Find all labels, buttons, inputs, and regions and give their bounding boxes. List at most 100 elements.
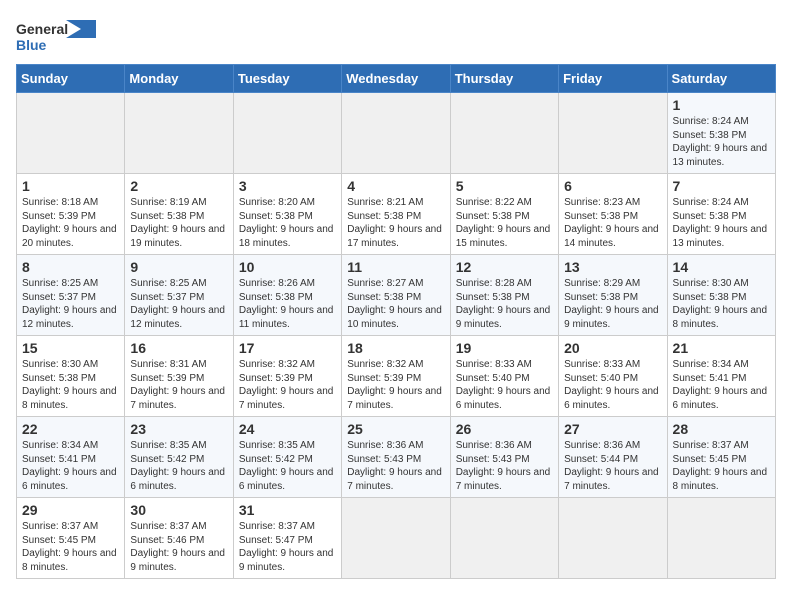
day-number: 11 [347,259,444,275]
svg-text:General: General [16,21,68,37]
calendar-cell: 15 Sunrise: 8:30 AMSunset: 5:38 PMDaylig… [17,336,125,417]
cell-info: Sunrise: 8:21 AMSunset: 5:38 PMDaylight:… [347,197,442,249]
day-number: 29 [22,502,119,518]
calendar-cell: 27 Sunrise: 8:36 AMSunset: 5:44 PMDaylig… [559,417,667,498]
week-row-5: 22 Sunrise: 8:34 AMSunset: 5:41 PMDaylig… [17,417,776,498]
calendar-body: 1 Sunrise: 8:24 AMSunset: 5:38 PMDayligh… [17,93,776,579]
cell-info: Sunrise: 8:30 AMSunset: 5:38 PMDaylight:… [673,278,768,330]
calendar-cell: 17 Sunrise: 8:32 AMSunset: 5:39 PMDaylig… [233,336,341,417]
calendar-cell: 14 Sunrise: 8:30 AMSunset: 5:38 PMDaylig… [667,255,775,336]
day-number: 24 [239,421,336,437]
calendar-cell [17,93,125,174]
header-cell-thursday: Thursday [450,65,558,93]
header-cell-wednesday: Wednesday [342,65,450,93]
cell-info: Sunrise: 8:23 AMSunset: 5:38 PMDaylight:… [564,197,659,249]
header-cell-saturday: Saturday [667,65,775,93]
calendar-cell: 30 Sunrise: 8:37 AMSunset: 5:46 PMDaylig… [125,498,233,579]
week-row-1: 1 Sunrise: 8:24 AMSunset: 5:38 PMDayligh… [17,93,776,174]
cell-info: Sunrise: 8:32 AMSunset: 5:39 PMDaylight:… [347,359,442,411]
calendar-cell [450,93,558,174]
cell-info: Sunrise: 8:27 AMSunset: 5:38 PMDaylight:… [347,278,442,330]
cell-info: Sunrise: 8:25 AMSunset: 5:37 PMDaylight:… [130,278,225,330]
calendar-cell [125,93,233,174]
day-number: 4 [347,178,444,194]
header-cell-monday: Monday [125,65,233,93]
cell-info: Sunrise: 8:32 AMSunset: 5:39 PMDaylight:… [239,359,334,411]
cell-info: Sunrise: 8:37 AMSunset: 5:47 PMDaylight:… [239,521,334,573]
week-row-3: 8 Sunrise: 8:25 AMSunset: 5:37 PMDayligh… [17,255,776,336]
calendar-cell: 7 Sunrise: 8:24 AMSunset: 5:38 PMDayligh… [667,174,775,255]
day-number: 27 [564,421,661,437]
day-number: 17 [239,340,336,356]
day-number: 14 [673,259,770,275]
header-cell-friday: Friday [559,65,667,93]
cell-info: Sunrise: 8:37 AMSunset: 5:45 PMDaylight:… [22,521,117,573]
svg-text:Blue: Blue [16,37,47,53]
calendar-cell: 18 Sunrise: 8:32 AMSunset: 5:39 PMDaylig… [342,336,450,417]
day-number: 5 [456,178,553,194]
cell-info: Sunrise: 8:35 AMSunset: 5:42 PMDaylight:… [239,440,334,492]
day-number: 13 [564,259,661,275]
calendar-cell: 29 Sunrise: 8:37 AMSunset: 5:45 PMDaylig… [17,498,125,579]
day-number: 31 [239,502,336,518]
calendar-cell: 22 Sunrise: 8:34 AMSunset: 5:41 PMDaylig… [17,417,125,498]
cell-info: Sunrise: 8:36 AMSunset: 5:43 PMDaylight:… [347,440,442,492]
day-number: 8 [22,259,119,275]
day-number: 20 [564,340,661,356]
calendar-table: SundayMondayTuesdayWednesdayThursdayFrid… [16,64,776,579]
cell-info: Sunrise: 8:33 AMSunset: 5:40 PMDaylight:… [456,359,551,411]
calendar-cell: 23 Sunrise: 8:35 AMSunset: 5:42 PMDaylig… [125,417,233,498]
cell-info: Sunrise: 8:33 AMSunset: 5:40 PMDaylight:… [564,359,659,411]
cell-info: Sunrise: 8:24 AMSunset: 5:38 PMDaylight:… [673,197,768,249]
cell-info: Sunrise: 8:19 AMSunset: 5:38 PMDaylight:… [130,197,225,249]
calendar-cell: 20 Sunrise: 8:33 AMSunset: 5:40 PMDaylig… [559,336,667,417]
calendar-cell: 5 Sunrise: 8:22 AMSunset: 5:38 PMDayligh… [450,174,558,255]
header-row: SundayMondayTuesdayWednesdayThursdayFrid… [17,65,776,93]
day-number: 19 [456,340,553,356]
cell-info: Sunrise: 8:37 AMSunset: 5:46 PMDaylight:… [130,521,225,573]
day-number: 6 [564,178,661,194]
day-number: 28 [673,421,770,437]
day-number: 25 [347,421,444,437]
day-number: 1 [22,178,119,194]
calendar-cell: 1 Sunrise: 8:24 AMSunset: 5:38 PMDayligh… [667,93,775,174]
cell-info: Sunrise: 8:20 AMSunset: 5:38 PMDaylight:… [239,197,334,249]
week-row-2: 1 Sunrise: 8:18 AMSunset: 5:39 PMDayligh… [17,174,776,255]
week-row-4: 15 Sunrise: 8:30 AMSunset: 5:38 PMDaylig… [17,336,776,417]
cell-info: Sunrise: 8:34 AMSunset: 5:41 PMDaylight:… [673,359,768,411]
calendar-cell: 26 Sunrise: 8:36 AMSunset: 5:43 PMDaylig… [450,417,558,498]
calendar-cell: 25 Sunrise: 8:36 AMSunset: 5:43 PMDaylig… [342,417,450,498]
calendar-cell: 19 Sunrise: 8:33 AMSunset: 5:40 PMDaylig… [450,336,558,417]
day-number: 10 [239,259,336,275]
cell-info: Sunrise: 8:22 AMSunset: 5:38 PMDaylight:… [456,197,551,249]
calendar-cell: 28 Sunrise: 8:37 AMSunset: 5:45 PMDaylig… [667,417,775,498]
calendar-cell: 1 Sunrise: 8:18 AMSunset: 5:39 PMDayligh… [17,174,125,255]
header-cell-tuesday: Tuesday [233,65,341,93]
calendar-cell: 9 Sunrise: 8:25 AMSunset: 5:37 PMDayligh… [125,255,233,336]
cell-info: Sunrise: 8:26 AMSunset: 5:38 PMDaylight:… [239,278,334,330]
day-number: 26 [456,421,553,437]
calendar-cell: 3 Sunrise: 8:20 AMSunset: 5:38 PMDayligh… [233,174,341,255]
calendar-cell: 11 Sunrise: 8:27 AMSunset: 5:38 PMDaylig… [342,255,450,336]
day-number: 15 [22,340,119,356]
day-number: 12 [456,259,553,275]
calendar-header: SundayMondayTuesdayWednesdayThursdayFrid… [17,65,776,93]
day-number: 30 [130,502,227,518]
day-number: 23 [130,421,227,437]
cell-info: Sunrise: 8:30 AMSunset: 5:38 PMDaylight:… [22,359,117,411]
page-header: General Blue [16,16,776,56]
cell-info: Sunrise: 8:36 AMSunset: 5:44 PMDaylight:… [564,440,659,492]
calendar-cell: 21 Sunrise: 8:34 AMSunset: 5:41 PMDaylig… [667,336,775,417]
cell-info: Sunrise: 8:28 AMSunset: 5:38 PMDaylight:… [456,278,551,330]
calendar-cell: 31 Sunrise: 8:37 AMSunset: 5:47 PMDaylig… [233,498,341,579]
calendar-cell: 13 Sunrise: 8:29 AMSunset: 5:38 PMDaylig… [559,255,667,336]
calendar-cell [342,93,450,174]
cell-info: Sunrise: 8:18 AMSunset: 5:39 PMDaylight:… [22,197,117,249]
calendar-cell: 12 Sunrise: 8:28 AMSunset: 5:38 PMDaylig… [450,255,558,336]
cell-info: Sunrise: 8:36 AMSunset: 5:43 PMDaylight:… [456,440,551,492]
cell-info: Sunrise: 8:35 AMSunset: 5:42 PMDaylight:… [130,440,225,492]
cell-info: Sunrise: 8:24 AMSunset: 5:38 PMDaylight:… [673,116,768,168]
cell-info: Sunrise: 8:29 AMSunset: 5:38 PMDaylight:… [564,278,659,330]
calendar-cell: 24 Sunrise: 8:35 AMSunset: 5:42 PMDaylig… [233,417,341,498]
calendar-cell: 8 Sunrise: 8:25 AMSunset: 5:37 PMDayligh… [17,255,125,336]
